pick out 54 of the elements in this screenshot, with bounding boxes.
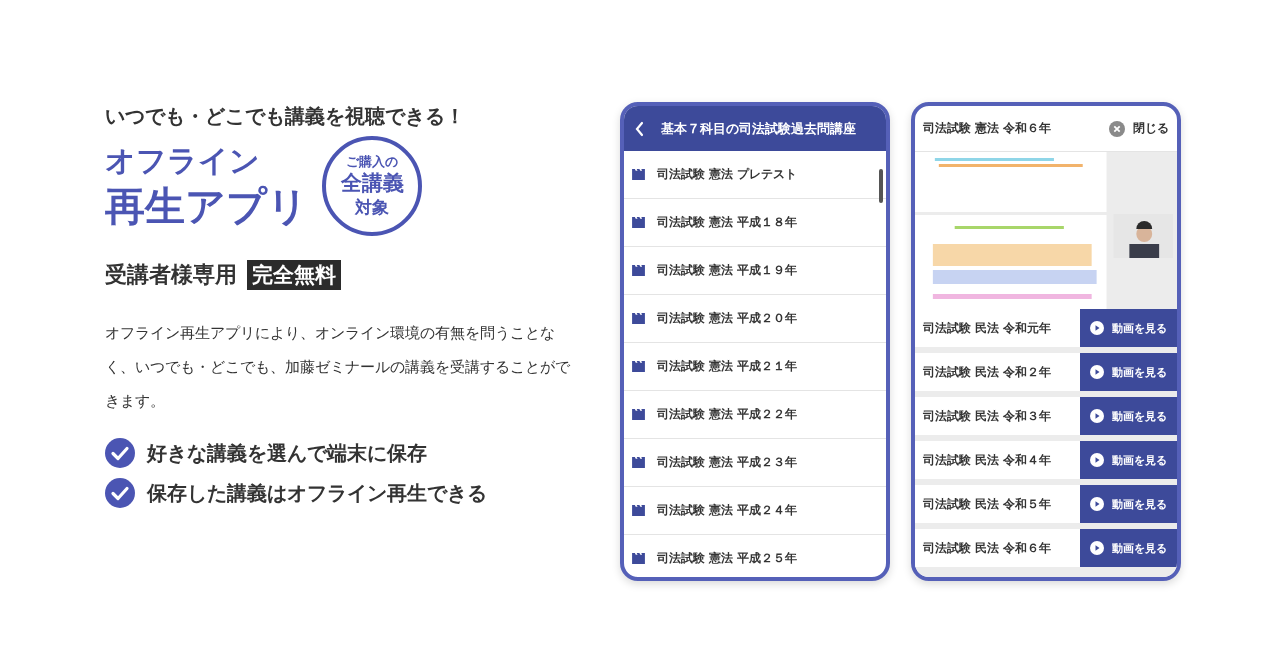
list-item[interactable]: 司法試験 憲法 平成１８年 [624,199,886,247]
headline: オフライン [105,142,261,180]
watch-button[interactable]: 動画を見る [1080,309,1177,347]
price-tag: 完全無料 [247,260,341,290]
feature-text: 好きな講義を選んで端末に保存 [147,439,427,467]
scrollbar[interactable] [879,169,883,203]
play-icon [1090,321,1104,335]
feature-text: 保存した講義はオフライン再生できる [147,479,487,507]
screen-title: 基本７科目の司法試験過去問講座 [661,119,856,138]
clapperboard-icon [632,457,645,468]
clapperboard-icon [632,265,645,276]
close-icon [1109,120,1125,137]
clapperboard-icon [632,313,645,324]
watch-button[interactable]: 動画を見る [1080,441,1177,479]
list-item: 司法試験 民法 令和６年 動画を見る [915,529,1177,567]
list-item[interactable]: 司法試験 憲法 平成２４年 [624,487,886,535]
back-icon[interactable] [634,120,646,137]
list-item[interactable]: 司法試験 憲法 平成２３年 [624,439,886,487]
badge-text: 対象 [355,196,389,218]
clapperboard-icon [632,409,645,420]
list-item: 司法試験 民法 令和４年 動画を見る [915,441,1177,479]
list-item[interactable]: 司法試験 憲法 平成２５年 [624,535,886,577]
tagline: いつでも・どこでも講義を視聴できる！ [105,103,466,130]
clapperboard-icon [632,169,645,180]
play-icon [1090,497,1104,511]
badge-text: 全講義 [340,170,404,196]
play-icon [1090,365,1104,379]
list-item: 司法試験 民法 令和元年 動画を見る [915,309,1177,347]
clapperboard-icon [632,505,645,516]
headline: 再生アプリ [105,182,308,231]
list-item: 司法試験 民法 令和５年 動画を見る [915,485,1177,523]
check-circle-icon [105,478,135,508]
list-item[interactable]: 司法試験 憲法 平成１９年 [624,247,886,295]
watch-button[interactable]: 動画を見る [1080,353,1177,391]
watch-button[interactable]: 動画を見る [1080,529,1177,567]
play-icon [1090,409,1104,423]
list-item[interactable]: 司法試験 憲法 平成２１年 [624,343,886,391]
list-item[interactable]: 司法試験 憲法 平成２０年 [624,295,886,343]
check-circle-icon [105,438,135,468]
clapperboard-icon [632,553,645,564]
audience-label: 受講者様専用 [105,261,237,289]
list-item: 司法試験 民法 令和２年 動画を見る [915,353,1177,391]
watch-button[interactable]: 動画を見る [1080,397,1177,435]
video-title: 司法試験 憲法 令和６年 [923,120,1052,137]
close-button[interactable]: 閉じる [1109,120,1169,137]
watch-button[interactable]: 動画を見る [1080,485,1177,523]
play-icon [1090,541,1104,555]
list-item: 司法試験 民法 令和３年 動画を見る [915,397,1177,435]
clapperboard-icon [632,217,645,228]
badge-text: ご購入の [346,154,398,170]
list-item[interactable]: 司法試験 憲法 平成２２年 [624,391,886,439]
clapperboard-icon [632,361,645,372]
description: オフライン再生アプリにより、オンライン環境の有無を問うことなく、いつでも・どこでも、加藤ゼミナールの講義を受講することができます。 [105,323,571,412]
play-icon [1090,453,1104,467]
